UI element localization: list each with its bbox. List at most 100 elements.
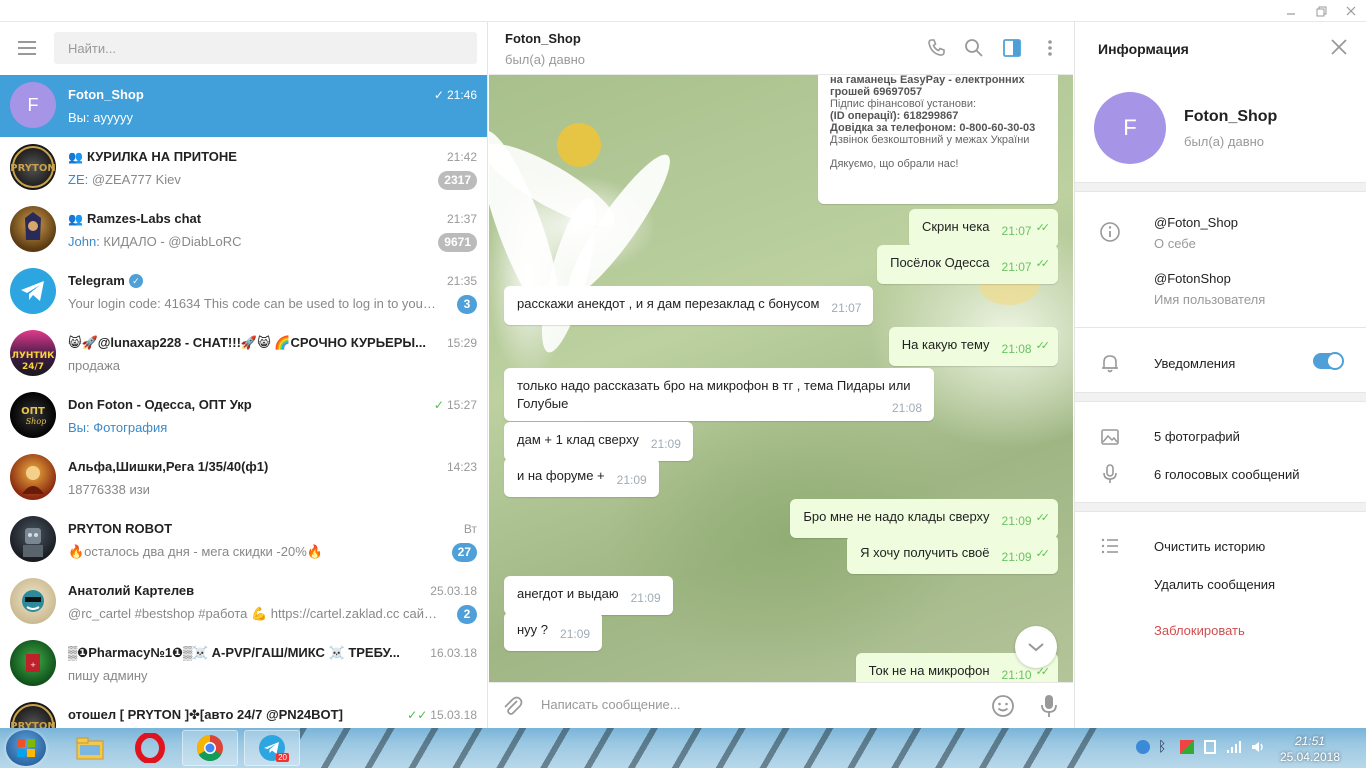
- message-bubble[interactable]: Я хочу получить своё 21:09 ✓✓: [847, 535, 1058, 574]
- scroll-to-bottom-button[interactable]: [1015, 626, 1057, 668]
- search-icon[interactable]: [963, 38, 985, 58]
- dialog-last-message: пишу админу: [68, 668, 148, 683]
- message-bubble[interactable]: нуу ? 21:09: [504, 612, 603, 651]
- microphone-icon[interactable]: [1039, 693, 1059, 719]
- dialog-item-pryton-robot[interactable]: PRYTON ROBOT Вт 🔥осталось два дня - мега…: [0, 509, 487, 571]
- taskbar-telegram[interactable]: 20: [244, 730, 300, 766]
- message-bubble[interactable]: Бро мне не надо клады сверху 21:09 ✓✓: [790, 499, 1058, 538]
- svg-text:ОПТ: ОПТ: [21, 406, 45, 417]
- cartoon-avatar-icon: [22, 590, 44, 612]
- minimize-icon: [1287, 13, 1295, 15]
- system-tray: ᛒ 21:51 25.04.2018: [1130, 728, 1366, 768]
- avatar: [10, 206, 56, 252]
- start-button[interactable]: [6, 730, 46, 766]
- tray-app-icon[interactable]: [1136, 740, 1150, 754]
- dialog-item-telegram[interactable]: Telegram ✓ 21:35 Your login code: 41634 T…: [0, 261, 487, 323]
- message-text: анегдот и выдаю: [517, 586, 619, 601]
- chat-history[interactable]: на гаманець EasyPay - електронних грошей…: [489, 75, 1073, 682]
- username-value[interactable]: @FotonShop: [1154, 271, 1231, 286]
- receipt-line: Дзвінок безкоштовний у межах України: [830, 134, 1030, 146]
- message-input[interactable]: [541, 697, 961, 712]
- avatar: [10, 578, 56, 624]
- message-bubble[interactable]: анегдот и выдаю 21:09: [504, 576, 673, 615]
- close-window-button[interactable]: [1336, 0, 1366, 22]
- avatar: [10, 516, 56, 562]
- search-input[interactable]: [54, 32, 477, 64]
- notifications-toggle[interactable]: [1313, 352, 1344, 370]
- message-time: 21:09: [560, 627, 591, 641]
- info-icon: [1100, 222, 1120, 242]
- taskbar-chrome[interactable]: [182, 730, 238, 766]
- maximize-button[interactable]: [1306, 0, 1336, 22]
- dialog-name: Альфа,Шишки,Рега 1/35/40(ф1): [68, 459, 269, 474]
- message-time: 21:09: [650, 437, 681, 451]
- chat-title[interactable]: Foton_Shop: [505, 31, 581, 46]
- dialog-name: 😸🚀@lunaxap228 - CHAT!!!🚀😸 🌈СРОЧНО КУРЬЕР…: [68, 335, 426, 350]
- close-icon[interactable]: [1330, 38, 1348, 56]
- bluetooth-icon[interactable]: ᛒ: [1158, 738, 1166, 754]
- minimize-button[interactable]: [1276, 0, 1306, 22]
- profile-avatar[interactable]: F: [1094, 92, 1166, 164]
- group-icon: 👥: [68, 150, 83, 164]
- message-bubble[interactable]: расскажи анекдот , и я дам перезаклад с …: [504, 286, 874, 325]
- message-bubble[interactable]: На какую тему 21:08 ✓✓: [888, 327, 1058, 366]
- double-check-icon: ✓✓: [407, 708, 428, 722]
- block-user-button[interactable]: Заблокировать: [1154, 623, 1245, 638]
- message-bubble[interactable]: Посёлок Одесса 21:07 ✓✓: [877, 245, 1058, 284]
- dialog-name: отошел [ PRYTON ]✤[авто 24/7 @PN24BOT]: [68, 707, 343, 722]
- dialog-time: 16.03.18: [430, 646, 477, 660]
- info-panel-toggle-icon[interactable]: [1001, 38, 1023, 58]
- volume-icon[interactable]: [1250, 740, 1266, 754]
- info-panel-title: Информация: [1098, 41, 1189, 57]
- delete-messages-button[interactable]: Удалить сообщения: [1154, 577, 1275, 592]
- voice-messages-link[interactable]: 6 голосовых сообщений: [1154, 467, 1299, 482]
- taskbar-opera[interactable]: [122, 730, 178, 766]
- dialog-time: ✓ 15:27: [434, 398, 477, 412]
- message-time: 21:07: [831, 301, 862, 315]
- message-bubble[interactable]: и на форуме + 21:09: [504, 458, 659, 497]
- receipt-line: на гаманець EasyPay - електронних: [830, 75, 1025, 86]
- dialog-item-alfa[interactable]: Альфа,Шишки,Рега 1/35/40(ф1) 14:23 18776…: [0, 447, 487, 509]
- read-double-check-icon: ✓✓: [1035, 222, 1051, 234]
- message-time: 21:09: [630, 591, 661, 605]
- chat-header[interactable]: Foton_Shop был(а) давно: [489, 22, 1073, 75]
- username-label: Имя пользователя: [1154, 292, 1266, 307]
- dialog-item-anatoliy[interactable]: Анатолий Картелев 25.03.18 @rc_cartel #b…: [0, 571, 487, 633]
- dialog-item-foton-shop[interactable]: F Foton_Shop ✓ 21:46 Вы: ayyyyy: [0, 75, 487, 137]
- taskbar-explorer[interactable]: [62, 730, 118, 766]
- message-bubble[interactable]: дам + 1 клад сверху 21:09: [504, 422, 693, 461]
- photos-link[interactable]: 5 фотографий: [1154, 429, 1240, 444]
- dialog-item-otoshel[interactable]: PRYTON отошел [ PRYTON ]✤[авто 24/7 @PN2…: [0, 695, 487, 728]
- taskbar-wallpaper: [300, 728, 1100, 768]
- message-time: 21:07: [1001, 260, 1032, 274]
- message-bubble[interactable]: только надо рассказать бро на микрофон в…: [504, 368, 934, 421]
- dialog-item-kurilka[interactable]: PRYTON 👥 КУРИЛКА НА ПРИТОНЕ 21:42 ZE: @ZE…: [0, 137, 487, 199]
- message-text: только надо рассказать бро на микрофон в…: [517, 378, 911, 393]
- hamburger-menu-icon[interactable]: [18, 41, 36, 55]
- more-vertical-icon[interactable]: [1039, 38, 1061, 58]
- dialog-item-lunaxap[interactable]: ЛУНТИК 24/7 😸🚀@lunaxap228 - CHAT!!!🚀😸 🌈СР…: [0, 323, 487, 385]
- pryton-logo-icon: PRYTON: [10, 704, 56, 728]
- svg-text:+: +: [30, 661, 36, 669]
- dialog-item-ramzes[interactable]: 👥 Ramzes-Labs chat 21:37 John: КИДАЛО - @…: [0, 199, 487, 261]
- attach-icon[interactable]: [501, 695, 523, 717]
- dialog-item-pharmacy[interactable]: + ▒❶Pharmacy№1❶▒☠️ A-PVP/ГАШ/МИКС ☠️ ТРЕ…: [0, 633, 487, 695]
- signal-icon[interactable]: [1226, 740, 1242, 754]
- emoji-icon[interactable]: [991, 694, 1015, 718]
- clock-time: 21:51: [1294, 734, 1325, 748]
- bell-icon: [1102, 355, 1118, 373]
- bio-value[interactable]: @Foton_Shop: [1154, 215, 1238, 230]
- message-time: 21:08: [891, 401, 922, 415]
- receipt-image[interactable]: на гаманець EasyPay - електронних грошей…: [818, 75, 1058, 204]
- message-bubble[interactable]: Скрин чека 21:07 ✓✓: [908, 209, 1058, 248]
- message-text: дам + 1 клад сверху: [517, 432, 639, 447]
- dialog-item-don-foton[interactable]: ОПТ Shop Don Foton - Одесса, ОПТ Укр ✓ 15:…: [0, 385, 487, 447]
- svg-text:ЛУНТИК: ЛУНТИК: [12, 351, 56, 361]
- taskbar-clock[interactable]: 21:51 25.04.2018: [1280, 733, 1340, 765]
- clear-history-button[interactable]: Очистить историю: [1154, 539, 1265, 554]
- device-icon[interactable]: [1204, 740, 1216, 754]
- clock-date: 25.04.2018: [1279, 750, 1340, 764]
- divider-line: [1075, 327, 1366, 328]
- tray-app-icon[interactable]: [1180, 740, 1194, 754]
- phone-icon[interactable]: [926, 38, 948, 58]
